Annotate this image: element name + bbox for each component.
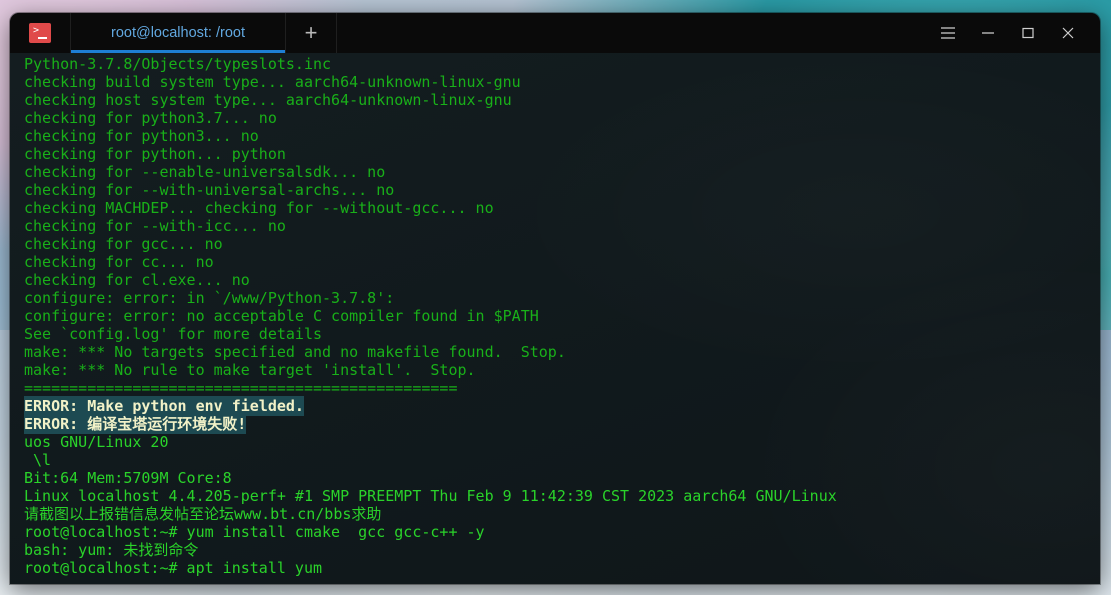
terminal-window: > root@localhost: /root + Python-3.7.8/O… [10,13,1100,584]
terminal-line: checking for cc... no [24,253,214,271]
window-controls [928,13,1100,53]
terminal-prompt-icon: > [29,23,51,43]
terminal-line: checking for python3... no [24,127,259,145]
terminal-line: Bit:64 Mem:5709M Core:8 [24,469,232,487]
prompt-chevron-glyph: > [33,25,40,36]
terminal-line: make: *** No rule to make target 'instal… [24,361,476,379]
terminal-line: See `config.log' for more details [24,325,323,343]
terminal-line: ========================================… [24,379,458,397]
close-icon[interactable] [1048,13,1088,53]
terminal-line: 请截图以上报错信息发帖至论坛www.bt.cn/bbs求助 [24,505,382,523]
prompt-underscore-glyph [38,37,47,39]
terminal-line: ERROR: Make python env fielded. [24,396,1100,416]
new-tab-button[interactable]: + [286,13,337,53]
terminal-line: bash: yum: 未找到命令 [24,541,199,559]
terminal-line: checking for --enable-universalsdk... no [24,163,386,181]
terminal-line: checking MACHDEP... checking for --witho… [24,199,494,217]
terminal-line: checking for cl.exe... no [24,271,250,289]
terminal-line: ERROR: 编译宝塔运行环境失败! [24,414,1100,434]
terminal-line: \l [24,451,52,469]
terminal-line: Linux localhost 4.4.205-perf+ #1 SMP PRE… [24,487,837,505]
terminal-line: root@localhost:~# apt install yum [24,559,323,577]
terminal-line: configure: error: in `/www/Python-3.7.8'… [24,289,395,307]
terminal-line: checking host system type... aarch64-unk… [24,91,512,109]
terminal-line: configure: error: no acceptable C compil… [24,307,539,325]
window-titlebar: > root@localhost: /root + [10,13,1100,53]
tab-root-localhost[interactable]: root@localhost: /root [70,13,286,53]
terminal-line: checking build system type... aarch64-un… [24,73,521,91]
terminal-line: checking for --with-icc... no [24,217,286,235]
maximize-icon[interactable] [1008,13,1048,53]
new-tab-label: + [304,20,318,45]
terminal-line: Python-3.7.8/Objects/typeslots.inc [24,55,332,73]
tab-label: root@localhost: /root [110,25,245,41]
terminal-line: checking for gcc... no [24,235,223,253]
titlebar-drag-area[interactable] [337,13,928,53]
terminal-line: checking for python... python [24,145,286,163]
tab-strip: root@localhost: /root + [70,13,337,53]
app-icon-container: > [10,13,70,53]
selected-text: ERROR: 编译宝塔运行环境失败! [24,414,247,434]
terminal-line: root@localhost:~# yum install cmake gcc … [24,523,485,541]
hamburger-menu-icon[interactable] [928,13,968,53]
selected-text: ERROR: Make python env fielded. [24,396,304,416]
terminal-output-area[interactable]: Python-3.7.8/Objects/typeslots.inc checki… [10,53,1100,584]
terminal-line: checking for --with-universal-archs... n… [24,181,395,199]
terminal-line: checking for python3.7... no [24,109,277,127]
minimize-icon[interactable] [968,13,1008,53]
terminal-line: uos GNU/Linux 20 [24,433,169,451]
terminal-line: make: *** No targets specified and no ma… [24,343,566,361]
